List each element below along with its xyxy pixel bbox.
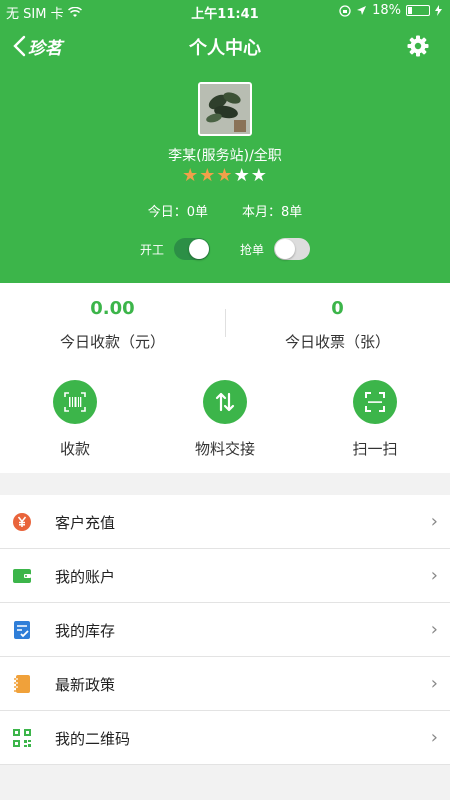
- menu-item-my-inventory[interactable]: 我的库存 ›: [0, 603, 450, 657]
- rotation-lock-icon: [339, 4, 351, 17]
- swap-arrows-icon: [215, 392, 235, 412]
- grab-order-toggle-group: 抢单: [240, 238, 311, 260]
- menu-item-label: 最新政策: [55, 676, 116, 694]
- grab-order-toggle-label: 抢单: [240, 242, 265, 257]
- star-filled-icon: ★: [182, 165, 200, 186]
- star-filled-icon: ★: [216, 165, 234, 186]
- chevron-right-icon: ›: [430, 727, 438, 748]
- menu-item-latest-policy[interactable]: 最新政策 ›: [0, 657, 450, 711]
- user-name: 李某(服务站)/全职: [168, 148, 282, 164]
- tickets-value: 0: [331, 298, 344, 319]
- scan-label: 扫一扫: [352, 440, 398, 458]
- receipts-value: 0.00: [90, 298, 135, 319]
- scan-icon: [365, 392, 385, 412]
- tickets-label: 今日收票（张）: [284, 333, 390, 351]
- work-toggle-switch[interactable]: [174, 238, 210, 260]
- receipts-label: 今日收款（元）: [59, 333, 165, 351]
- page-title: 个人中心: [189, 38, 261, 59]
- menu-item-customer-recharge[interactable]: 客户充值 ›: [0, 495, 450, 549]
- menu-item-label: 我的库存: [55, 622, 116, 640]
- menu-item-my-qrcode[interactable]: 我的二维码 ›: [0, 711, 450, 765]
- rating-stars: ★★★★★: [0, 165, 450, 186]
- stats-card: 0.00 今日收款（元） 0 今日收票（张） 收款 物料交接 扫一扫: [0, 283, 450, 473]
- battery-icon: [406, 5, 430, 16]
- quick-actions: 收款 物料交接 扫一扫: [0, 380, 450, 459]
- material-handover-button[interactable]: 物料交接: [150, 380, 300, 459]
- menu-item-label: 客户充值: [55, 514, 116, 532]
- scan-button[interactable]: 扫一扫: [300, 380, 450, 459]
- status-bar: 无 SIM 卡 上午11:41 18%: [0, 0, 450, 22]
- collect-payment-label: 收款: [59, 440, 90, 458]
- today-orders: 今日：0单: [147, 205, 208, 220]
- collect-payment-button[interactable]: 收款: [0, 380, 150, 459]
- grab-order-toggle-switch[interactable]: [274, 238, 311, 260]
- location-arrow-icon: [357, 6, 367, 15]
- star-filled-icon: ★: [199, 165, 217, 186]
- charging-bolt-icon: [435, 5, 442, 16]
- battery-percent: 18%: [372, 3, 401, 18]
- nav-bar: 珍茗 个人中心: [0, 26, 450, 66]
- menu-item-label: 我的账户: [55, 568, 116, 586]
- chevron-right-icon: ›: [430, 565, 438, 586]
- settings-gear-icon[interactable]: [406, 34, 430, 58]
- wallet-icon: [13, 569, 31, 583]
- qrcode-icon: [13, 729, 31, 747]
- order-counts: 今日：0单 本月：8单: [0, 201, 450, 220]
- notebook-icon: [14, 675, 30, 693]
- chevron-right-icon: ›: [430, 511, 438, 532]
- battery-level: [408, 7, 412, 14]
- chevron-right-icon: ›: [430, 673, 438, 694]
- menu-list: 客户充值 › 我的账户 › 我的库存 › 最新政策 › 我的二维码 ›: [0, 495, 450, 765]
- tickets-stat: 0 今日收票（张）: [225, 298, 450, 352]
- profile-header: 无 SIM 卡 上午11:41 18% 珍茗 个人中心 李某(服务站)/全职 ★…: [0, 0, 450, 283]
- chevron-right-icon: ›: [430, 619, 438, 640]
- work-toggle-group: 开工: [140, 238, 210, 260]
- toggle-row: 开工 抢单: [0, 238, 450, 260]
- material-handover-label: 物料交接: [194, 440, 255, 458]
- checklist-icon: [14, 621, 30, 639]
- menu-item-label: 我的二维码: [55, 730, 131, 748]
- yuan-coin-icon: [13, 513, 31, 531]
- menu-item-my-account[interactable]: 我的账户 ›: [0, 549, 450, 603]
- month-orders: 本月：8单: [242, 205, 303, 220]
- star-empty-icon: ★: [233, 165, 251, 186]
- work-toggle-label: 开工: [139, 242, 164, 257]
- star-empty-icon: ★: [250, 165, 268, 186]
- avatar-plant-image: [200, 84, 250, 134]
- receipts-stat: 0.00 今日收款（元）: [0, 298, 225, 352]
- barcode-icon: [64, 392, 86, 412]
- avatar[interactable]: [198, 82, 252, 136]
